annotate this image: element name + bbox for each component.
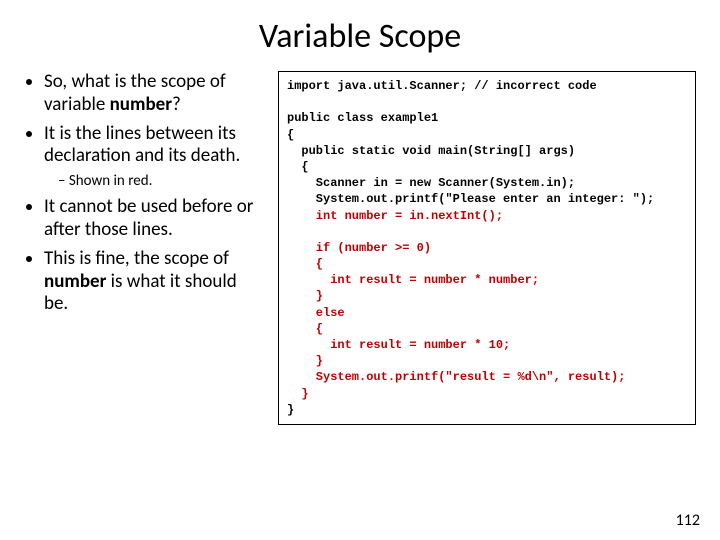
slide-title: Variable Scope bbox=[24, 16, 696, 57]
bullet-3: It cannot be used before or after those … bbox=[44, 196, 264, 242]
code-l04: { bbox=[287, 128, 294, 142]
bullet-2-sub: Shown in red. bbox=[58, 172, 264, 190]
bullet-1-bold: number bbox=[110, 93, 172, 116]
bullet-2: It is the lines between its declaration … bbox=[44, 123, 264, 191]
code-l19: System.out.printf("result = %d\n", resul… bbox=[287, 370, 625, 384]
bullet-list: So, what is the scope of variable number… bbox=[24, 71, 264, 316]
page-number: 112 bbox=[676, 511, 700, 530]
code-l09: int number = in.nextInt(); bbox=[287, 209, 503, 223]
slide: Variable Scope So, what is the scope of … bbox=[0, 0, 720, 540]
code-l01: import java.util.Scanner; // incorrect c… bbox=[287, 79, 597, 93]
code-l13: int result = number * number; bbox=[287, 273, 539, 287]
slide-body: So, what is the scope of variable number… bbox=[24, 71, 696, 425]
code-l16: { bbox=[287, 322, 323, 336]
code-l21: } bbox=[287, 403, 294, 417]
bullet-4-pre: This is fine, the scope of bbox=[44, 247, 229, 270]
code-l17: int result = number * 10; bbox=[287, 338, 510, 352]
code-l05: public static void main(String[] args) bbox=[287, 144, 575, 158]
code-l03: public class example1 bbox=[287, 111, 438, 125]
bullet-1-post: ? bbox=[172, 93, 181, 116]
bullet-4: This is fine, the scope of number is wha… bbox=[44, 248, 264, 316]
bullet-2-text: It is the lines between its declaration … bbox=[44, 122, 240, 168]
bullet-1: So, what is the scope of variable number… bbox=[44, 71, 264, 117]
code-l20: } bbox=[287, 387, 309, 401]
code-l14: } bbox=[287, 289, 323, 303]
code-l08: System.out.printf("Please enter an integ… bbox=[287, 192, 654, 206]
bullet-column: So, what is the scope of variable number… bbox=[24, 71, 264, 425]
bullet-2-sublist: Shown in red. bbox=[44, 172, 264, 190]
code-l12: { bbox=[287, 257, 323, 271]
bullet-4-bold: number bbox=[44, 270, 106, 293]
code-box: import java.util.Scanner; // incorrect c… bbox=[278, 71, 696, 425]
code-l15: else bbox=[287, 306, 345, 320]
code-l07: Scanner in = new Scanner(System.in); bbox=[287, 176, 575, 190]
code-l11: if (number >= 0) bbox=[287, 241, 431, 255]
code-l06: { bbox=[287, 160, 309, 174]
code-l18: } bbox=[287, 354, 323, 368]
